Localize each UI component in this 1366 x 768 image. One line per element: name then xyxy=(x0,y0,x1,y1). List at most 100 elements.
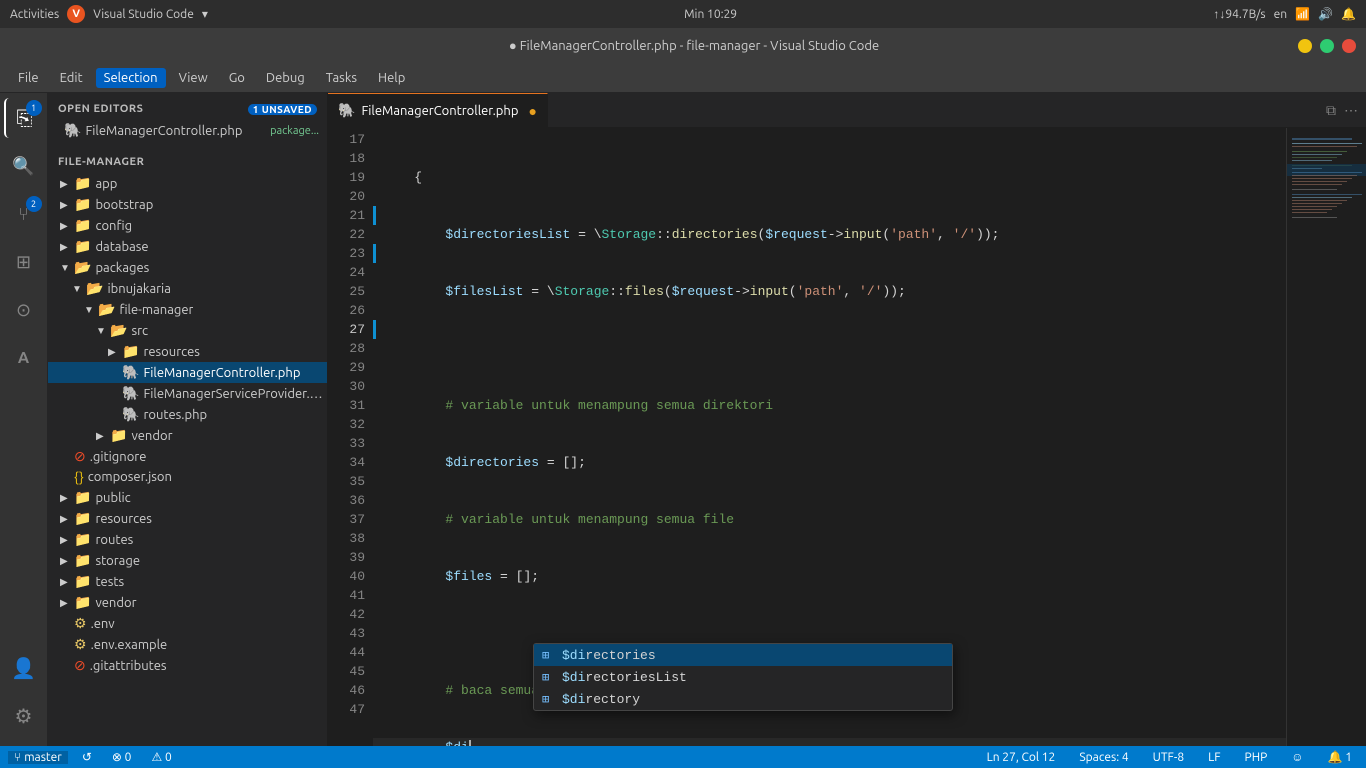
encoding-status[interactable]: UTF-8 xyxy=(1147,751,1190,764)
tree-item-filemanagerserviceprovider[interactable]: ▶ 🐘 FileManagerServiceProvider.php xyxy=(48,383,327,404)
line-ending-status[interactable]: LF xyxy=(1202,751,1226,764)
notifications-status[interactable]: 🔔 1 xyxy=(1322,750,1358,764)
variable-icon: ⊞ xyxy=(542,692,556,707)
menu-debug[interactable]: Debug xyxy=(258,68,313,88)
tree-item-app[interactable]: ▶ 📁 app xyxy=(48,173,327,194)
warnings-status[interactable]: ⚠ 0 xyxy=(145,750,177,764)
line-num: 30 xyxy=(328,377,365,396)
account-icon[interactable]: 👤 xyxy=(4,648,44,688)
tree-item-tests[interactable]: ▶ 📁 tests xyxy=(48,571,327,592)
tree-item-storage[interactable]: ▶ 📁 storage xyxy=(48,550,327,571)
tree-item-env-example[interactable]: ▶ ⚙ .env.example xyxy=(48,634,327,655)
settings-icon[interactable]: ⚙ xyxy=(4,696,44,736)
tree-item-vendor-root[interactable]: ▶ 📁 vendor xyxy=(48,592,327,613)
arrow-icon: ▶ xyxy=(60,178,74,190)
line-num: 35 xyxy=(328,472,365,491)
code-line-19: $filesList = \Storage::files($request->i… xyxy=(373,282,1286,301)
line-num: 47 xyxy=(328,700,365,719)
minimize-button[interactable] xyxy=(1298,39,1312,53)
maximize-button[interactable] xyxy=(1320,39,1334,53)
autocomplete-dropdown[interactable]: ⊞ $directories ⊞ $directoriesList ⊞ $dir… xyxy=(533,643,953,711)
menu-help[interactable]: Help xyxy=(370,68,413,88)
line-num: 33 xyxy=(328,434,365,453)
code-line-20 xyxy=(373,339,1286,358)
line-num: 24 xyxy=(328,263,365,282)
tree-item-gitattributes[interactable]: ▶ ⊘ .gitattributes xyxy=(48,655,327,676)
menu-edit[interactable]: Edit xyxy=(52,68,91,88)
git-branch-status[interactable]: ⑂ master xyxy=(8,751,68,764)
tree-item-resources-root[interactable]: ▶ 📁 resources xyxy=(48,508,327,529)
git-branch-icon: ⑂ xyxy=(14,751,21,764)
line-num: 26 xyxy=(328,301,365,320)
autocomplete-item-directory[interactable]: ⊞ $directory xyxy=(534,688,952,710)
language-indicator[interactable]: en xyxy=(1274,8,1287,21)
autocomplete-item-directories[interactable]: ⊞ $directories xyxy=(534,644,952,666)
tree-item-routes[interactable]: ▶ 🐘 routes.php xyxy=(48,404,327,425)
amazon-icon[interactable]: A xyxy=(4,338,44,378)
search-icon[interactable]: 🔍 xyxy=(4,146,44,186)
activities-label[interactable]: Activities xyxy=(10,8,59,21)
autocomplete-item-directorieslist[interactable]: ⊞ $directoriesList xyxy=(534,666,952,688)
tab-close-button[interactable]: ● xyxy=(528,103,536,119)
code-line-25 xyxy=(373,624,1286,643)
notification-bell: 🔔 1 xyxy=(1328,750,1352,764)
editor-scroll[interactable]: 17 18 19 20 21 22 23 24 25 26 27 28 29 3… xyxy=(328,128,1366,746)
tree-item-packages[interactable]: ▼ 📂 packages xyxy=(48,257,327,278)
tree-item-vendor-sub[interactable]: ▶ 📁 vendor xyxy=(48,425,327,446)
folder-icon: 📁 xyxy=(74,238,91,255)
tree-item-gitignore[interactable]: ▶ ⊘ .gitignore xyxy=(48,446,327,467)
tree-item-filemanagercontroller[interactable]: ▶ 🐘 FileManagerController.php xyxy=(48,362,327,383)
remote-icon[interactable]: ⊙ xyxy=(4,290,44,330)
tree-item-resources[interactable]: ▶ 📁 resources xyxy=(48,341,327,362)
tree-item-database[interactable]: ▶ 📁 database xyxy=(48,236,327,257)
indentation-status[interactable]: Spaces: 4 xyxy=(1073,751,1134,764)
explorer-icon[interactable]: ⎘ 1 xyxy=(4,98,44,138)
line-num: 20 xyxy=(328,187,365,206)
open-file-item[interactable]: 🐘 FileManagerController.php package... xyxy=(48,120,327,141)
open-editors-section: OPEN EDITORS 1 UNSAVED 🐘 FileManagerCont… xyxy=(48,93,327,146)
close-button[interactable] xyxy=(1342,39,1356,53)
folder-icon: 📁 xyxy=(74,552,91,569)
folder-icon: 📁 xyxy=(74,531,91,548)
file-manager-label: FILE-MANAGER xyxy=(58,156,144,168)
errors-status[interactable]: ⊗ 0 xyxy=(106,750,138,764)
active-tab[interactable]: 🐘 FileManagerController.php ● xyxy=(328,93,548,127)
tree-item-src[interactable]: ▼ 📂 src xyxy=(48,320,327,341)
line-num: 34 xyxy=(328,453,365,472)
tree-item-config[interactable]: ▶ 📁 config xyxy=(48,215,327,236)
folder-open-icon: 📂 xyxy=(98,301,115,318)
tree-item-public[interactable]: ▶ 📁 public xyxy=(48,487,327,508)
cursor-position[interactable]: Ln 27, Col 12 xyxy=(981,751,1062,764)
tree-item-ibnujakaria[interactable]: ▼ 📂 ibnujakaria xyxy=(48,278,327,299)
wifi-icon: 📶 xyxy=(1295,7,1310,21)
emoji-status[interactable]: ☺ xyxy=(1285,750,1309,764)
sync-button[interactable]: ↺ xyxy=(76,750,98,764)
tree-item-file-manager[interactable]: ▼ 📂 file-manager xyxy=(48,299,327,320)
menu-selection[interactable]: Selection xyxy=(96,68,166,88)
app-name-label[interactable]: Visual Studio Code xyxy=(93,8,194,21)
json-icon: {} xyxy=(74,469,84,485)
notification-icon: 🔔 xyxy=(1341,7,1356,21)
split-editor-icon[interactable]: ⧉ xyxy=(1326,102,1336,119)
menu-go[interactable]: Go xyxy=(221,68,253,88)
tree-item-composer[interactable]: ▶ {} composer.json xyxy=(48,467,327,487)
file-manager-header[interactable]: FILE-MANAGER xyxy=(48,151,327,173)
tree-item-bootstrap[interactable]: ▶ 📁 bootstrap xyxy=(48,194,327,215)
language-status[interactable]: PHP xyxy=(1239,751,1274,764)
menu-tasks[interactable]: Tasks xyxy=(318,68,365,88)
more-actions-icon[interactable]: ⋯ xyxy=(1344,102,1358,119)
folder-icon: 📁 xyxy=(74,510,91,527)
variable-icon: ⊞ xyxy=(542,670,556,685)
minimap xyxy=(1286,128,1366,746)
tree-item-env[interactable]: ▶ ⚙ .env xyxy=(48,613,327,634)
open-editors-header[interactable]: OPEN EDITORS 1 UNSAVED xyxy=(48,98,327,120)
tree-item-routes-root[interactable]: ▶ 📁 routes xyxy=(48,529,327,550)
menu-file[interactable]: File xyxy=(10,68,47,88)
source-control-icon[interactable]: ⑂ 2 xyxy=(4,194,44,234)
menu-view[interactable]: View xyxy=(171,68,216,88)
open-editors-label: OPEN EDITORS xyxy=(58,103,143,115)
extensions-icon[interactable]: ⊞ xyxy=(4,242,44,282)
php-icon: 🐘 xyxy=(122,364,139,381)
arrow-icon: ▶ xyxy=(60,199,74,211)
tab-bar: 🐘 FileManagerController.php ● ⧉ ⋯ xyxy=(328,93,1366,128)
